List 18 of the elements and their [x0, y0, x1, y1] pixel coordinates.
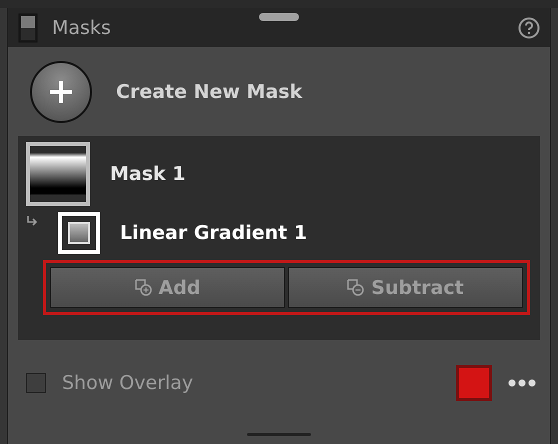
subtract-shape-icon	[347, 278, 366, 296]
plus-icon	[48, 78, 74, 104]
component-name[interactable]: Linear Gradient 1	[120, 222, 308, 244]
drag-handle[interactable]	[259, 13, 299, 21]
create-mask-label[interactable]: Create New Mask	[116, 80, 302, 102]
panel-toggle-icon[interactable]	[18, 12, 38, 42]
overlay-label: Show Overlay	[62, 372, 194, 394]
panel-title: Masks	[52, 16, 111, 38]
mask-name[interactable]: Mask 1	[110, 163, 186, 185]
help-icon[interactable]	[518, 16, 540, 38]
overlay-color-swatch[interactable]	[456, 365, 492, 401]
mask-thumbnail[interactable]	[26, 142, 90, 206]
resize-handle[interactable]	[247, 433, 311, 436]
child-arrow-icon	[26, 216, 38, 226]
component-thumbnail[interactable]	[58, 212, 100, 254]
overlay-checkbox[interactable]	[26, 373, 46, 393]
more-icon[interactable]	[508, 379, 536, 387]
add-shape-icon	[134, 278, 153, 296]
